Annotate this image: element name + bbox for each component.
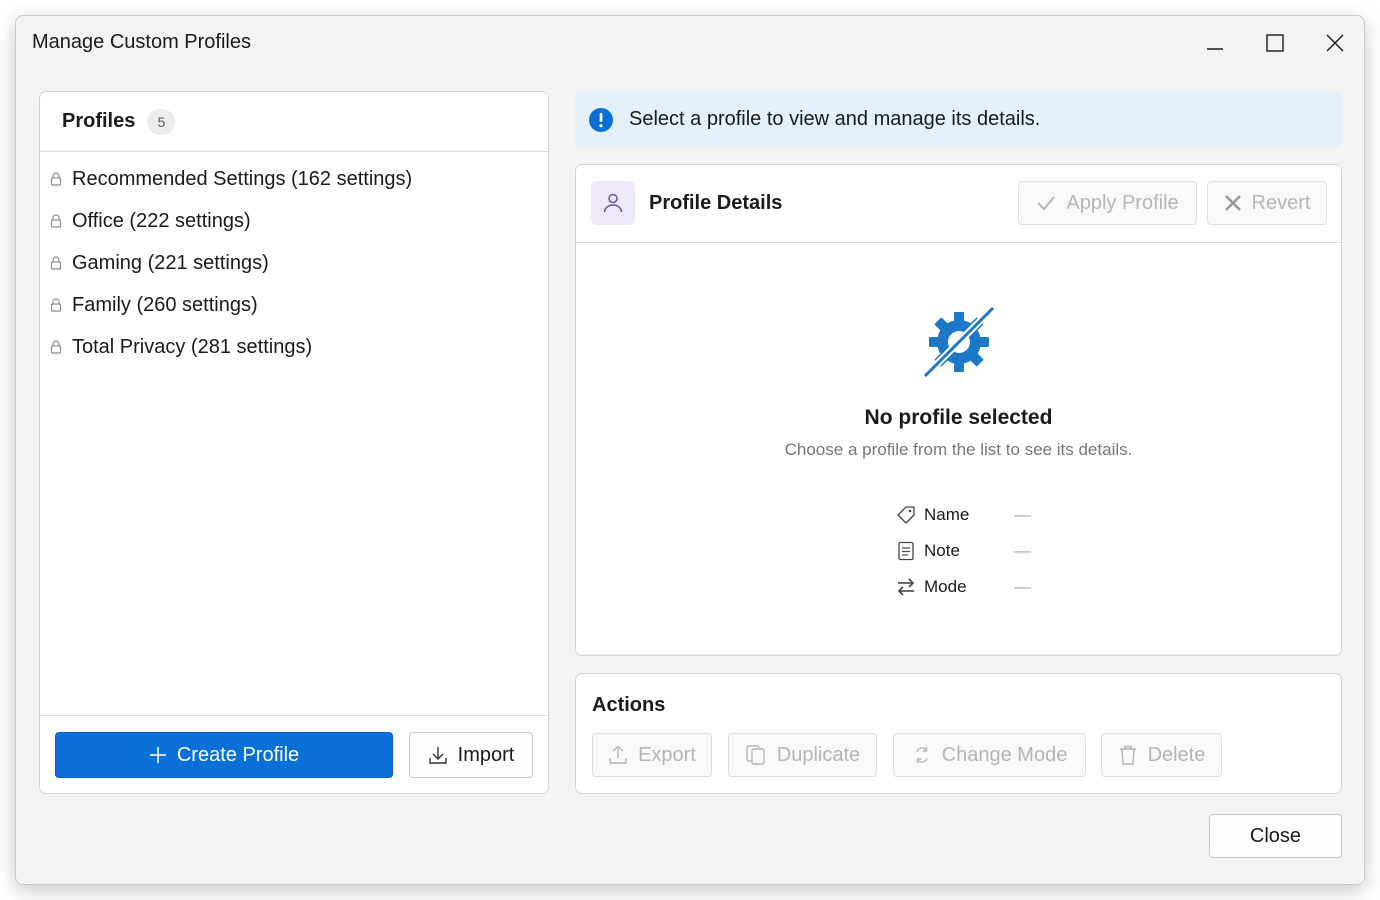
minimize-button[interactable] — [1192, 26, 1238, 60]
delete-label: Delete — [1147, 743, 1206, 766]
profiles-panel: Profiles 5 Recommended Settings (162 set… — [39, 91, 549, 794]
lock-icon — [50, 171, 64, 187]
field-label: Name — [924, 505, 970, 524]
duplicate-label: Duplicate — [776, 743, 861, 766]
revert-label: Revert — [1251, 191, 1311, 214]
info-icon — [589, 107, 613, 132]
lock-icon — [50, 213, 64, 229]
profiles-count-badge: 5 — [147, 108, 176, 135]
create-profile-button[interactable]: Create Profile — [55, 732, 393, 778]
swap-icon — [896, 577, 916, 597]
import-label: Import — [457, 743, 515, 766]
profile-item-label: Total Privacy (281 settings) — [72, 335, 313, 358]
plus-icon — [149, 747, 166, 763]
field-row-name: Name — — [896, 497, 1031, 533]
field-label: Note — [924, 541, 960, 560]
info-bar: Select a profile to view and manage its … — [575, 91, 1342, 148]
field-value: — — [1014, 541, 1031, 560]
field-row-note: Note — — [896, 533, 1031, 569]
lock-icon — [50, 297, 64, 313]
title-bar: Manage Custom Profiles — [16, 16, 1364, 68]
export-label: Export — [638, 743, 696, 766]
apply-profile-label: Apply Profile — [1066, 191, 1179, 214]
actions-panel: Actions Export Duplicate Change Mode Del… — [575, 673, 1342, 794]
minimize-icon — [1207, 48, 1223, 50]
close-label: Close — [1249, 824, 1302, 847]
manage-profiles-dialog: Manage Custom Profiles Profiles 5 Recomm… — [15, 15, 1365, 885]
person-icon — [603, 193, 623, 213]
copy-icon — [746, 745, 765, 765]
profile-item-family[interactable]: Family (260 settings) — [40, 284, 548, 326]
profiles-heading: Profiles — [62, 110, 136, 132]
profile-item-label: Office (222 settings) — [72, 209, 251, 232]
profile-item-gaming[interactable]: Gaming (221 settings) — [40, 242, 548, 284]
details-title: Profile Details — [649, 192, 783, 214]
close-icon — [1326, 34, 1344, 52]
upload-icon — [609, 745, 627, 764]
note-icon — [896, 541, 916, 561]
maximize-button[interactable] — [1252, 26, 1298, 60]
field-value: — — [1014, 505, 1031, 524]
change-mode-button[interactable]: Change Mode — [893, 733, 1086, 777]
x-icon — [1224, 195, 1241, 211]
field-row-mode: Mode — — [896, 569, 1031, 605]
revert-button[interactable]: Revert — [1207, 181, 1327, 225]
field-label: Mode — [924, 577, 967, 596]
import-button[interactable]: Import — [409, 732, 533, 778]
profile-item-label: Family (260 settings) — [72, 293, 258, 316]
avatar — [591, 181, 635, 225]
empty-state-subtitle: Choose a profile from the list to see it… — [784, 440, 1133, 459]
profile-fields: Name — Note — Mode — — [896, 497, 1031, 605]
export-button[interactable]: Export — [592, 733, 712, 777]
profile-item-office[interactable]: Office (222 settings) — [40, 200, 548, 242]
profile-item-total-privacy[interactable]: Total Privacy (281 settings) — [40, 326, 548, 368]
profile-list: Recommended Settings (162 settings) Offi… — [40, 152, 548, 368]
checkmark-icon — [1037, 196, 1056, 211]
info-message: Select a profile to view and manage its … — [629, 108, 1041, 130]
duplicate-button[interactable]: Duplicate — [728, 733, 877, 777]
profile-item-label: Gaming (221 settings) — [72, 251, 269, 274]
actions-title: Actions — [592, 694, 666, 716]
close-window-button[interactable] — [1312, 26, 1358, 60]
lock-icon — [50, 339, 64, 355]
empty-state-title: No profile selected — [864, 406, 1053, 429]
profiles-header: Profiles 5 — [40, 92, 548, 152]
profile-details-panel: Profile Details Apply Profile Revert No … — [575, 164, 1342, 656]
field-value: — — [1014, 577, 1031, 596]
create-profile-label: Create Profile — [176, 743, 300, 766]
delete-button[interactable]: Delete — [1101, 733, 1222, 777]
maximize-icon — [1266, 34, 1284, 52]
apply-profile-button[interactable]: Apply Profile — [1018, 181, 1197, 225]
trash-icon — [1119, 745, 1136, 765]
lock-icon — [50, 255, 64, 271]
change-mode-label: Change Mode — [941, 743, 1068, 766]
empty-state: No profile selected Choose a profile fro… — [576, 243, 1341, 655]
window-title: Manage Custom Profiles — [32, 31, 251, 53]
profiles-footer: Create Profile Import — [40, 715, 548, 793]
close-button[interactable]: Close — [1209, 814, 1342, 858]
profile-item-label: Recommended Settings (162 settings) — [72, 167, 413, 190]
change-mode-icon — [915, 747, 928, 763]
details-header: Profile Details Apply Profile Revert — [576, 165, 1341, 243]
download-icon — [428, 747, 447, 764]
profile-item-recommended-settings[interactable]: Recommended Settings (162 settings) — [40, 158, 548, 200]
tag-icon — [896, 505, 916, 525]
gear-disabled-icon — [922, 305, 996, 379]
